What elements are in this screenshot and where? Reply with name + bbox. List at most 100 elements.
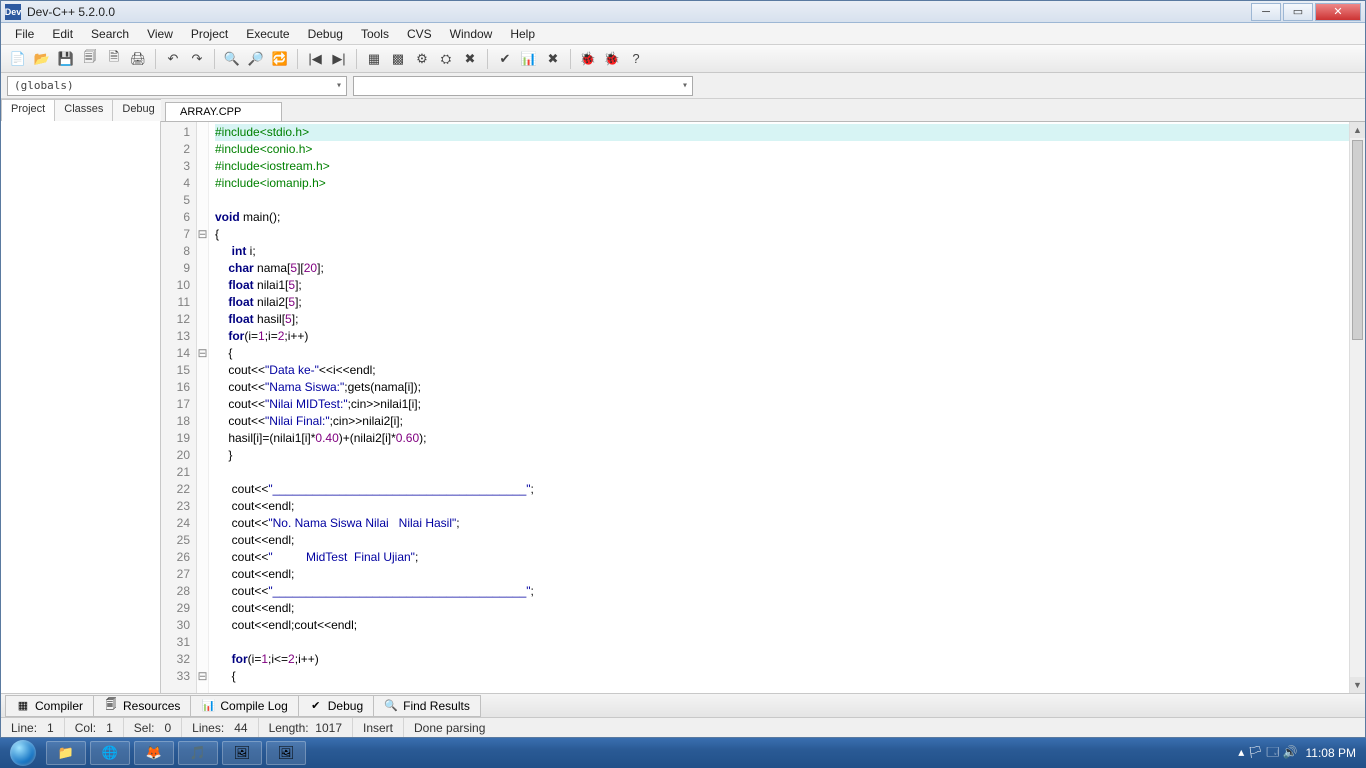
minimize-button[interactable]: ─ — [1251, 3, 1281, 21]
maximize-button[interactable]: ▭ — [1283, 3, 1313, 21]
left-tab-project[interactable]: Project — [1, 99, 55, 121]
tab-icon: ✔ — [309, 699, 323, 713]
taskbar-app[interactable]: 📁 — [46, 741, 86, 765]
bottom-tabs: ▦ Compiler 🗐 Resources 📊Compile Log ✔ Debug 🔍Fi… — [1, 693, 1365, 717]
toolbar-button[interactable]: 📂 — [31, 48, 53, 70]
window-controls: ─ ▭ ✕ — [1251, 3, 1361, 21]
menu-file[interactable]: File — [7, 25, 42, 43]
app-window: Dev Dev-C++ 5.2.0.0 ─ ▭ ✕ FileEditSearch… — [0, 0, 1366, 738]
toolbar-button[interactable]: ⛭ — [435, 48, 457, 70]
toolbar-separator — [155, 49, 156, 69]
code-content[interactable]: #include<stdio.h>#include<conio.h>#inclu… — [209, 122, 1365, 693]
file-tabs: ARRAY.CPP — [161, 99, 1365, 121]
app-icon: Dev — [5, 4, 21, 20]
menu-window[interactable]: Window — [442, 25, 501, 43]
menu-debug[interactable]: Debug — [300, 25, 351, 43]
status-col: Col: 1 — [65, 718, 124, 737]
tab-label: Compiler — [35, 699, 83, 713]
toolbar-button[interactable]: 🗎 — [103, 48, 125, 70]
status-sel: Sel: 0 — [124, 718, 182, 737]
members-combo[interactable] — [353, 76, 693, 96]
clock[interactable]: 11:08 PM — [1306, 747, 1356, 759]
main-area: ProjectClassesDebug ARRAY.CPP 1234567891… — [1, 99, 1365, 693]
editor-area: ARRAY.CPP 123456789101112131415161718192… — [161, 99, 1365, 693]
menu-edit[interactable]: Edit — [44, 25, 81, 43]
tab-label: Resources — [123, 699, 180, 713]
toolbar-separator — [570, 49, 571, 69]
tab-icon: 🗐 — [104, 699, 118, 713]
menu-view[interactable]: View — [139, 25, 181, 43]
toolbar-button[interactable]: ⚙ — [411, 48, 433, 70]
taskbar-app[interactable]: 🖼 — [266, 741, 306, 765]
taskbar-app[interactable]: 🎵 — [178, 741, 218, 765]
taskbar-app[interactable]: 🖼 — [222, 741, 262, 765]
menu-cvs[interactable]: CVS — [399, 25, 440, 43]
taskbar-app[interactable]: 🌐 — [90, 741, 130, 765]
status-line: Line: 1 — [1, 718, 65, 737]
status-lines: Lines: 44 — [182, 718, 258, 737]
toolbar-button[interactable]: 📄 — [7, 48, 29, 70]
toolbar-button[interactable]: 🗐 — [79, 48, 101, 70]
menu-help[interactable]: Help — [502, 25, 543, 43]
toolbar-button[interactable]: 🔍 — [221, 48, 243, 70]
toolbar-button[interactable]: 🐞 — [577, 48, 599, 70]
menu-tools[interactable]: Tools — [353, 25, 397, 43]
scroll-up-icon[interactable]: ▲ — [1350, 122, 1365, 138]
toolbar-button[interactable]: ↶ — [162, 48, 184, 70]
menu-execute[interactable]: Execute — [238, 25, 297, 43]
menu-project[interactable]: Project — [183, 25, 236, 43]
toolbar-button[interactable]: ↷ — [186, 48, 208, 70]
toolbar-separator — [297, 49, 298, 69]
toolbar-button[interactable]: 💾 — [55, 48, 77, 70]
bottom-tab-debug[interactable]: ✔ Debug — [298, 695, 374, 717]
toolbar-button[interactable]: ▦ — [363, 48, 385, 70]
project-tree[interactable] — [1, 121, 160, 693]
scroll-thumb[interactable] — [1352, 140, 1363, 340]
toolbar-separator — [356, 49, 357, 69]
tray-icons[interactable]: ▴ 🏳 🗔 🔊 — [1238, 743, 1297, 764]
status-bar: Line: 1 Col: 1 Sel: 0 Lines: 44 Length: … — [1, 717, 1365, 737]
file-tab-array-cpp[interactable]: ARRAY.CPP — [165, 102, 282, 121]
toolbar-button[interactable]: 📊 — [518, 48, 540, 70]
toolbar-button[interactable]: ? — [625, 48, 647, 70]
bottom-tab-compile-log[interactable]: 📊Compile Log — [190, 695, 298, 717]
window-title: Dev-C++ 5.2.0.0 — [27, 5, 1251, 19]
toolbar-button[interactable]: 🐞 — [601, 48, 623, 70]
start-button[interactable] — [4, 738, 42, 768]
code-editor[interactable]: 1234567891011121314151617181920212223242… — [161, 121, 1365, 693]
left-tab-debug[interactable]: Debug — [112, 99, 164, 121]
toolbar-button[interactable]: 🔎 — [245, 48, 267, 70]
bottom-tab-compiler[interactable]: ▦ Compiler — [5, 695, 94, 717]
tab-label: Compile Log — [220, 699, 287, 713]
toolbar-button[interactable]: ▩ — [387, 48, 409, 70]
toolbar-button[interactable]: ✔ — [494, 48, 516, 70]
menubar: FileEditSearchViewProjectExecuteDebugToo… — [1, 23, 1365, 45]
taskbar-items: 📁🌐🦊🎵🖼🖼 — [46, 741, 306, 765]
taskbar: 📁🌐🦊🎵🖼🖼 ▴ 🏳 🗔 🔊 11:08 PM — [0, 738, 1366, 768]
toolbar-button[interactable]: 🔁 — [269, 48, 291, 70]
tab-icon: 🔍 — [384, 699, 398, 713]
toolbar-button[interactable]: ✖ — [542, 48, 564, 70]
left-tab-classes[interactable]: Classes — [54, 99, 113, 121]
toolbar-button[interactable]: ▶| — [328, 48, 350, 70]
menu-search[interactable]: Search — [83, 25, 137, 43]
toolbar-button[interactable]: |◀ — [304, 48, 326, 70]
close-button[interactable]: ✕ — [1315, 3, 1361, 21]
toolbar-button[interactable]: ✖ — [459, 48, 481, 70]
left-panel: ProjectClassesDebug — [1, 99, 161, 693]
bottom-tab-find-results[interactable]: 🔍Find Results — [373, 695, 481, 717]
globals-combo[interactable]: (globals) — [7, 76, 347, 96]
taskbar-app[interactable]: 🦊 — [134, 741, 174, 765]
toolbar: 📄📂💾🗐🗎🖨↶↷🔍🔎🔁|◀▶|▦▩⚙⛭✖✔📊✖🐞🐞? — [1, 45, 1365, 73]
scroll-down-icon[interactable]: ▼ — [1350, 677, 1365, 693]
line-gutter: 1234567891011121314151617181920212223242… — [161, 122, 197, 693]
toolbar-button[interactable]: 🖨 — [127, 48, 149, 70]
scope-bar: (globals) — [1, 73, 1365, 99]
windows-orb-icon — [10, 740, 36, 766]
vertical-scrollbar[interactable]: ▲ ▼ — [1349, 122, 1365, 693]
tab-icon: ▦ — [16, 699, 30, 713]
status-parse: Done parsing — [404, 718, 1365, 737]
fold-column[interactable]: ⊟ ⊟ ⊟ — [197, 122, 209, 693]
bottom-tab-resources[interactable]: 🗐 Resources — [93, 695, 191, 717]
tab-label: Debug — [328, 699, 363, 713]
